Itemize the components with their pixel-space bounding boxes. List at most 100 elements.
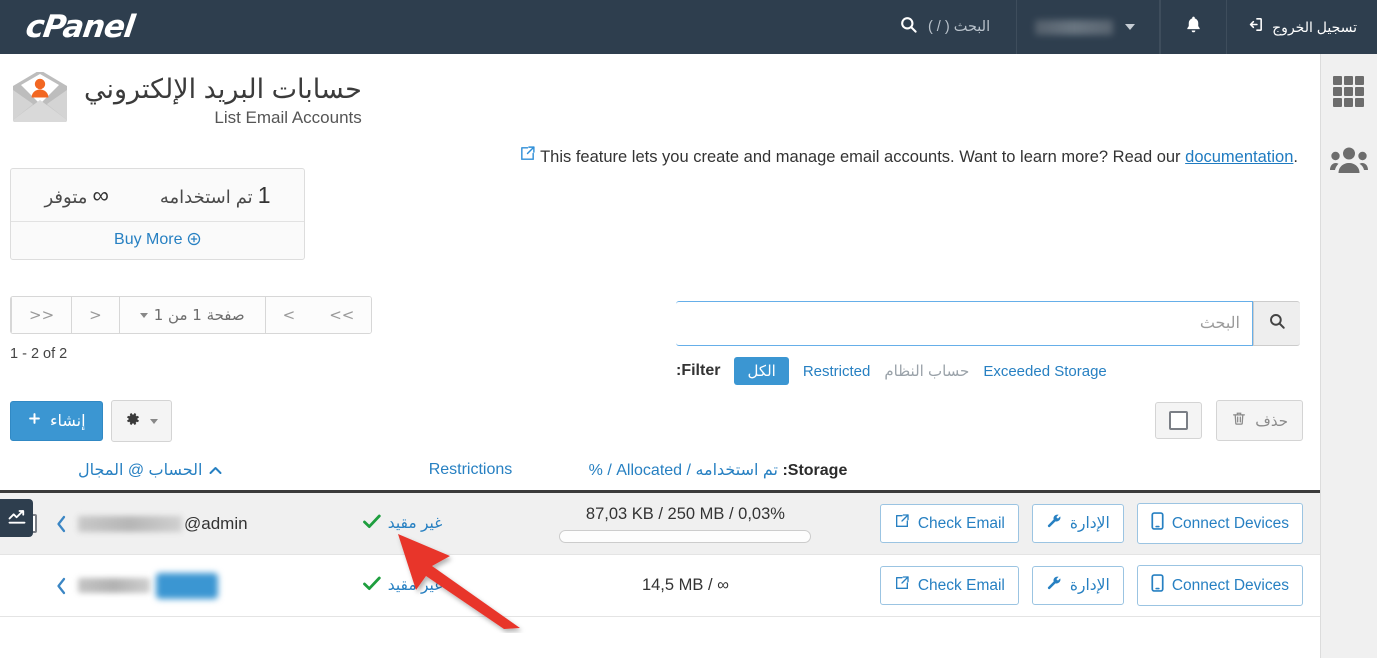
manage-label: الإدارة — [1069, 577, 1110, 594]
table-toolbar-left: إنشاء — [10, 400, 172, 442]
email-accounts-icon — [10, 70, 70, 129]
quota-stats: ∞ متوفر 1 تم استخدامه — [11, 169, 304, 222]
cpanel-logo[interactable]: cPanel — [0, 0, 156, 54]
notifications-button[interactable] — [1160, 0, 1226, 54]
row-expand-toggle[interactable] — [44, 576, 78, 596]
row-actions: Check Email الإدارة Connect Devices — [876, 503, 1303, 544]
chevron-left-icon — [56, 577, 65, 594]
table-row: admin@ غير مقيد 87,03 KB / 250 MB / 0,03… — [0, 493, 1320, 555]
pagination-count: 1 - 2 of 2 — [10, 346, 68, 362]
column-header-storage-label: Storage: — [782, 462, 848, 479]
pagination-prev[interactable]: < — [71, 297, 119, 333]
check-email-label: Check Email — [917, 576, 1005, 594]
row-storage: 87,03 KB / 250 MB / 0,03% — [495, 505, 876, 543]
pagination-page-select[interactable]: صفحة 1 من 1 — [118, 297, 265, 333]
row-restriction-label[interactable]: غير مقيد — [388, 576, 443, 595]
row-account: admin@ — [78, 514, 310, 534]
check-email-label: Check Email — [917, 514, 1005, 532]
search-input[interactable] — [676, 301, 1253, 346]
row-storage-text: 87,03 KB / 250 MB / 0,03% — [585, 504, 785, 523]
account-domain-blurred — [78, 515, 182, 532]
documentation-link[interactable]: documentation — [1185, 148, 1293, 166]
connect-devices-button[interactable]: Connect Devices — [1136, 565, 1303, 606]
mobile-icon — [1151, 512, 1164, 535]
chevron-left-icon — [56, 515, 65, 532]
global-search-placeholder: البحث ( / ) — [927, 19, 991, 35]
column-header-restrictions[interactable]: Restrictions — [378, 461, 563, 479]
wrench-icon — [1046, 575, 1062, 596]
table-settings-button[interactable] — [110, 400, 172, 442]
page-title: حسابات البريد الإلكتروني — [84, 74, 362, 105]
logout-button[interactable]: تسجيل الخروج — [1226, 0, 1377, 54]
apps-grid-icon[interactable] — [1329, 72, 1369, 112]
filter-bar: Filter: الكل Restricted حساب النظام Exce… — [676, 357, 1300, 385]
filter-option-system-account[interactable]: حساب النظام — [884, 362, 969, 380]
column-header-storage-percent[interactable]: % — [589, 462, 603, 479]
stats-panel-toggle[interactable] — [0, 499, 33, 537]
quota-available-label: متوفر — [44, 187, 88, 207]
row-storage-progress — [559, 529, 812, 543]
buy-more-label: Buy More — [114, 231, 183, 248]
row-restriction: غير مقيد — [310, 513, 495, 534]
storage-sep-2: / — [607, 462, 612, 479]
column-header-account-label: الحساب @ المجال — [78, 462, 203, 479]
connect-devices-button[interactable]: Connect Devices — [1136, 503, 1303, 544]
pagination-first[interactable]: << — [11, 297, 72, 333]
mobile-icon — [1151, 574, 1164, 597]
checkbox-icon — [1169, 411, 1189, 430]
external-link-icon — [519, 146, 540, 166]
create-button[interactable]: إنشاء — [10, 401, 103, 441]
select-all-button[interactable] — [1155, 402, 1203, 439]
table-header-row: الحساب @ المجال Restrictions Storage: تم… — [0, 452, 1320, 493]
row-restriction-label[interactable]: غير مقيد — [388, 514, 443, 533]
filter-label: Filter: — [676, 362, 721, 379]
external-link-icon — [894, 513, 910, 534]
email-accounts-table: الحساب @ المجال Restrictions Storage: تم… — [0, 452, 1320, 617]
check-icon — [362, 575, 381, 596]
cpanel-logo-text: cPanel — [23, 9, 137, 45]
row-account — [78, 572, 310, 599]
column-header-storage-used[interactable]: تم استخدامه — [695, 462, 778, 479]
chevron-down-icon — [139, 312, 148, 318]
account-domain-blurred — [78, 578, 150, 593]
page-header: حسابات البريد الإلكتروني List Email Acco… — [10, 54, 1320, 135]
chevron-down-icon — [149, 418, 158, 424]
manage-button[interactable]: الإدارة — [1031, 566, 1124, 605]
filter-option-all[interactable]: الكل — [734, 357, 789, 385]
filter-option-exceeded-storage[interactable]: Exceeded Storage — [983, 363, 1106, 380]
main-content: حسابات البريد الإلكتروني List Email Acco… — [0, 54, 1320, 658]
quota-available: ∞ متوفر — [45, 182, 109, 209]
column-header-account[interactable]: الحساب @ المجال — [78, 460, 378, 480]
row-restriction: غير مقيد — [310, 575, 495, 596]
check-email-button[interactable]: Check Email — [879, 566, 1019, 605]
check-email-button[interactable]: Check Email — [879, 504, 1019, 543]
plus-icon — [27, 411, 42, 431]
quota-actions: Buy More — [11, 222, 304, 259]
plus-circle-icon — [183, 231, 201, 248]
user-menu[interactable] — [1016, 0, 1161, 54]
table-row: غير مقيد 14,5 MB / ∞ Check Email الإدارة… — [0, 555, 1320, 617]
column-header-storage-allocated[interactable]: Allocated — [616, 462, 682, 479]
pagination-next[interactable]: > — [264, 297, 313, 333]
search-bar — [676, 301, 1300, 346]
row-expand-toggle[interactable] — [44, 514, 78, 534]
manage-button[interactable]: الإدارة — [1031, 504, 1124, 543]
filter-option-restricted[interactable]: Restricted — [803, 363, 871, 380]
logout-label: تسجيل الخروج — [1272, 18, 1357, 35]
users-icon[interactable] — [1329, 140, 1369, 180]
trash-icon — [1231, 410, 1247, 431]
delete-button[interactable]: حذف — [1216, 400, 1303, 441]
buy-more-button[interactable]: Buy More — [114, 231, 201, 248]
quota-available-value: ∞ — [92, 182, 109, 208]
feature-description-text: This feature lets you create and manage … — [540, 148, 1186, 166]
row-storage-text: 14,5 MB / ∞ — [641, 576, 729, 594]
pagination: << < صفحة 1 من 1 > >> — [10, 296, 373, 334]
feature-description: This feature lets you create and manage … — [0, 135, 1320, 167]
quota-box: ∞ متوفر 1 تم استخدامه Buy More — [10, 168, 305, 260]
quota-used: 1 تم استخدامه — [160, 182, 271, 209]
search-submit-button[interactable] — [1253, 301, 1300, 346]
pagination-page-label: صفحة 1 من 1 — [153, 306, 245, 324]
pagination-last[interactable]: >> — [312, 297, 372, 333]
global-search[interactable]: البحث ( / ) — [873, 0, 1016, 54]
delete-label: حذف — [1255, 412, 1288, 430]
